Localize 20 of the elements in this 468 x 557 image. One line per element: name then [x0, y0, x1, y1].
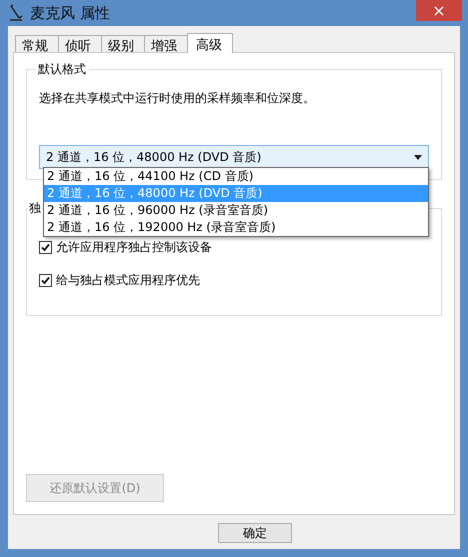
close-button[interactable]: ×: [416, 0, 462, 21]
window-title: 麦克风 属性: [30, 4, 111, 22]
dropdown-arrow-icon: [414, 154, 422, 160]
tab[interactable]: 常规: [15, 35, 59, 52]
dropdown-option[interactable]: 2 通道，16 位，96000 Hz (录音室音质): [44, 202, 428, 219]
tab[interactable]: 增强: [144, 35, 188, 52]
description-text: 选择在共享模式中运行时使用的采样频率和位深度。: [39, 90, 316, 107]
tab[interactable]: 侦听: [58, 35, 102, 52]
tab[interactable]: 级别: [101, 35, 145, 52]
group-title: 默认格式: [35, 61, 89, 78]
checkbox[interactable]: [39, 274, 52, 287]
group-title: 独: [28, 200, 42, 217]
format-dropdown[interactable]: 2 通道，16 位，48000 Hz (DVD 音质): [39, 145, 429, 169]
checkbox-label: 允许应用程序独占控制该设备: [56, 239, 212, 256]
tab[interactable]: 高级: [187, 33, 233, 53]
checkbox-label: 给与独占模式应用程序优先: [56, 272, 200, 289]
ok-button[interactable]: 确定: [218, 523, 292, 543]
dropdown-option[interactable]: 2 通道，16 位，192000 Hz (录音室音质): [44, 219, 428, 236]
checkbox[interactable]: [39, 241, 52, 254]
dropdown-option[interactable]: 2 通道，16 位，44100 Hz (CD 音质): [44, 168, 428, 185]
